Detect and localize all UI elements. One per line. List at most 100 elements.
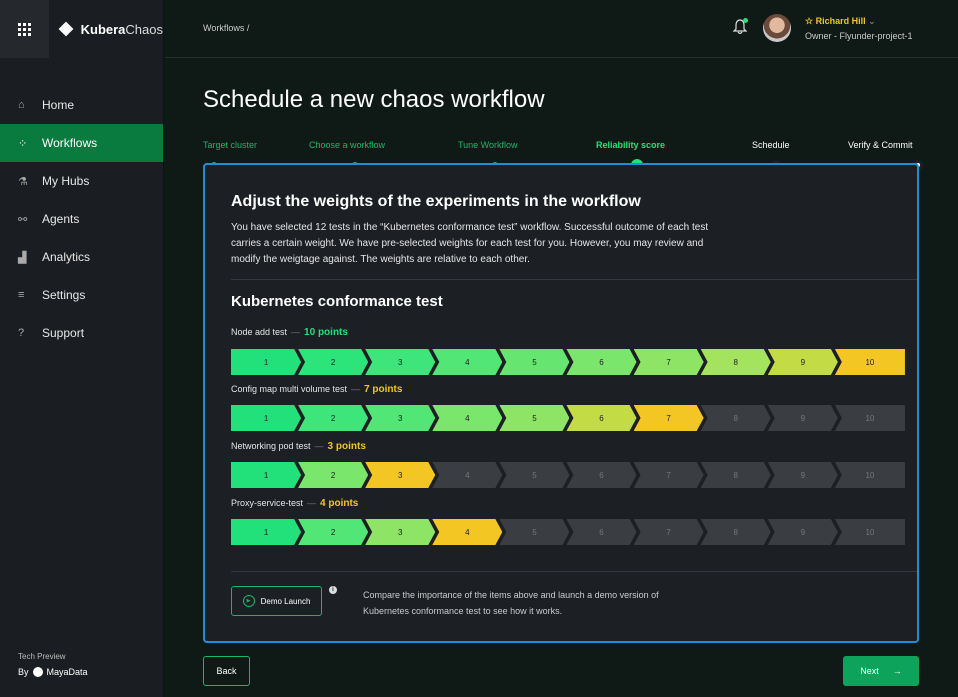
arrow-right-icon: → (892, 666, 902, 676)
sidebar-item-my-hubs[interactable]: ⚗ My Hubs (0, 162, 163, 200)
breadcrumb[interactable]: Workflows / (203, 23, 249, 33)
weight-segment[interactable]: 8 (701, 405, 771, 431)
weight-segment[interactable]: 1 (231, 462, 301, 488)
step-label-schedule[interactable]: Schedule (752, 140, 790, 150)
weight-segment[interactable]: 10 (834, 349, 905, 375)
sidebar-item-analytics[interactable]: ▟ Analytics (0, 238, 163, 276)
test-label: Proxy-service-test —4 points (231, 498, 358, 509)
weights-card: Adjust the weights of the experiments in… (203, 163, 919, 643)
info-icon[interactable]: i (329, 586, 337, 594)
weight-slider: 1 2 3 4 5 6 7 8 9 10 (231, 519, 905, 545)
weight-segment[interactable]: 8 (701, 519, 771, 545)
weight-segment[interactable]: 4 (432, 405, 502, 431)
weight-slider: 1 2 3 4 5 6 7 8 9 10 (231, 349, 905, 375)
weight-segment[interactable]: 1 (231, 349, 301, 375)
test-points: 7 points (364, 384, 403, 395)
sidebar-item-home[interactable]: ⌂ Home (0, 86, 163, 124)
weight-segment[interactable]: 3 (365, 519, 435, 545)
by-label: By (18, 667, 29, 677)
test-name: Config map multi volume test (231, 384, 348, 394)
weight-segment[interactable]: 10 (834, 519, 905, 545)
weight-segment[interactable]: 2 (298, 462, 368, 488)
weight-segment[interactable]: 10 (834, 462, 905, 488)
weight-segment[interactable]: 5 (499, 462, 569, 488)
analytics-icon: ▟ (18, 251, 27, 264)
brand-name-bold: Kubera (80, 21, 126, 37)
weight-segment[interactable]: 2 (298, 405, 368, 431)
weight-segment[interactable]: 3 (365, 405, 435, 431)
step-label-tune-workflow[interactable]: Tune Workflow (458, 140, 518, 150)
sidebar-item-settings[interactable]: ≡ Settings (0, 276, 163, 314)
notification-bell-icon[interactable] (732, 18, 748, 35)
brand-name-light: Chaos (125, 21, 163, 37)
step-label-reliability-score[interactable]: Reliability score (596, 140, 665, 150)
test-points: 4 points (320, 498, 359, 509)
sidebar-item-agents[interactable]: ⚯ Agents (0, 200, 163, 238)
test-label: Networking pod test —3 points (231, 441, 366, 452)
weight-segment[interactable]: 9 (768, 519, 838, 545)
demo-launch-button[interactable]: ▶ Demo Launch (231, 586, 322, 616)
weight-segment[interactable]: 9 (768, 349, 838, 375)
weight-segment[interactable]: 4 (432, 462, 502, 488)
step-label-choose-a-workflow[interactable]: Choose a workflow (309, 140, 385, 150)
test-points: 10 points (304, 327, 348, 338)
weight-segment[interactable]: 5 (499, 405, 569, 431)
sidebar-item-support[interactable]: ? Support (0, 314, 163, 352)
sidebar-footer: Tech Preview By MayaData (18, 652, 88, 677)
weight-segment[interactable]: 6 (566, 519, 636, 545)
separator: — (291, 327, 301, 337)
user-role: Owner - Flyunder-project-1 (805, 31, 913, 41)
section-title: Kubernetes conformance test (231, 293, 443, 310)
weight-segment[interactable]: 10 (834, 405, 905, 431)
divider (231, 571, 917, 572)
test-name: Networking pod test (231, 441, 311, 451)
next-button[interactable]: Next → (843, 656, 919, 686)
weight-segment[interactable]: 6 (566, 462, 636, 488)
divider (231, 279, 917, 280)
weight-segment[interactable]: 1 (231, 519, 301, 545)
test-name: Node add test (231, 327, 288, 337)
weight-segment[interactable]: 8 (701, 462, 771, 488)
step-label-verify-commit[interactable]: Verify & Commit (848, 140, 913, 150)
weight-segment[interactable]: 8 (701, 349, 771, 375)
avatar[interactable] (763, 14, 791, 42)
test-label: Node add test —10 points (231, 327, 348, 338)
user-name[interactable]: ☆ Richard Hill ⌄ (805, 16, 876, 27)
weight-segment[interactable]: 2 (298, 519, 368, 545)
sidebar-nav: ⌂ Home ⁘ Workflows ⚗ My Hubs ⚯ Agents ▟ Analytics… (0, 86, 163, 352)
weight-segment[interactable]: 6 (566, 349, 636, 375)
weight-segment[interactable]: 9 (768, 405, 838, 431)
brand-logo[interactable]: Kubera Chaos (58, 21, 163, 37)
sidebar-item-workflows[interactable]: ⁘ Workflows (0, 124, 163, 162)
weight-segment[interactable]: 1 (231, 405, 301, 431)
test-label: Config map multi volume test —7 points (231, 384, 402, 395)
weight-segment[interactable]: 5 (499, 519, 569, 545)
play-icon: ▶ (242, 595, 255, 607)
demo-launch-label: Demo Launch (260, 596, 311, 606)
next-label: Next (860, 666, 879, 676)
mayadata-logo-icon (32, 667, 43, 677)
kubera-logo-icon (58, 21, 74, 37)
weight-segment[interactable]: 7 (634, 462, 704, 488)
top-bar: Workflows / ☆ Richard Hill ⌄ Owner - Fly… (165, 0, 958, 58)
sidebar-item-label: My Hubs (42, 174, 90, 188)
demo-description: Compare the importance of the items abov… (363, 590, 659, 616)
back-button[interactable]: Back (203, 656, 250, 686)
weight-segment[interactable]: 7 (634, 519, 704, 545)
weight-segment[interactable]: 9 (768, 462, 838, 488)
weight-segment[interactable]: 4 (432, 519, 502, 545)
weight-segment[interactable]: 7 (634, 349, 704, 375)
weight-segment[interactable]: 3 (365, 462, 435, 488)
weight-segment[interactable]: 3 (365, 349, 435, 375)
weight-segment[interactable]: 5 (499, 349, 569, 375)
app-menu-button[interactable] (0, 0, 49, 58)
sidebar-item-label: Analytics (42, 250, 91, 264)
weight-segment[interactable]: 4 (432, 349, 502, 375)
sidebar-item-label: Home (42, 98, 75, 112)
weight-segment[interactable]: 6 (566, 405, 636, 431)
weight-segment[interactable]: 7 (634, 405, 704, 431)
separator: — (307, 498, 317, 508)
step-label-target-cluster[interactable]: Target cluster (203, 140, 257, 150)
weight-segment[interactable]: 2 (298, 349, 368, 375)
sidebar-item-label: Agents (42, 212, 80, 226)
